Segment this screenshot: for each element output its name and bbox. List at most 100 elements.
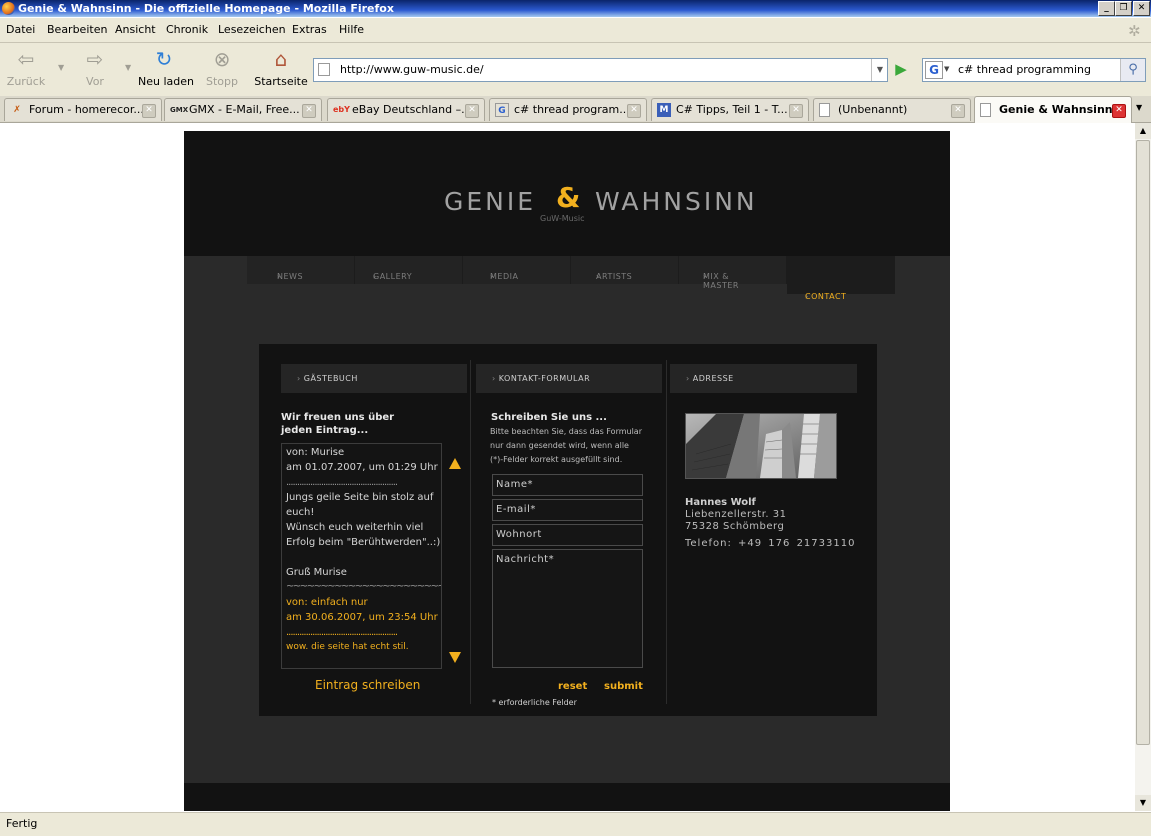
blank-page-icon <box>980 103 991 117</box>
column-divider <box>666 360 667 704</box>
contact-form-heading: KONTAKT-FORMULAR <box>498 374 591 383</box>
write-entry-link[interactable]: Eintrag schreiben <box>315 678 420 692</box>
guestbook-intro-line1: Wir freuen uns über <box>281 412 395 423</box>
wohnort-field[interactable]: Wohnort <box>492 524 643 546</box>
window-title-bar: Genie & Wahnsinn - Die offizielle Homepa… <box>0 0 1151 17</box>
nav-contact-label: CONTACT <box>805 292 847 301</box>
close-tab-icon[interactable]: ✕ <box>951 104 965 118</box>
nav-contact[interactable]: › CONTACT <box>787 256 895 301</box>
window-title: Genie & Wahnsinn - Die offizielle Homepa… <box>18 2 394 15</box>
nav-gallery-label: GALLERY <box>373 272 413 281</box>
scrollbar-thumb[interactable] <box>1136 140 1150 745</box>
site-header: GENIE & WAHNSINN GuW-Music <box>184 131 950 256</box>
tab-csharp-tipps[interactable]: M C# Tipps, Teil 1 - T... ✕ <box>651 98 809 121</box>
nav-media[interactable]: › MEDIA <box>463 256 571 284</box>
guestbook-intro-line2: jeden Eintrag... <box>281 425 369 436</box>
back-history-dropdown[interactable]: ▼ <box>58 63 64 72</box>
forward-history-dropdown[interactable]: ▼ <box>125 63 131 72</box>
menu-ansicht[interactable]: Ansicht <box>115 23 156 36</box>
close-tab-icon[interactable]: ✕ <box>465 104 479 118</box>
tab-forum[interactable]: ✗ Forum - homerecor... ✕ <box>4 98 162 121</box>
tab-title: C# Tipps, Teil 1 - T... <box>676 103 788 116</box>
close-tab-icon[interactable]: ✕ <box>142 104 156 118</box>
tab-forum-icon: ✗ <box>13 105 21 115</box>
tab-csharp-thread[interactable]: G c# thread program... ✕ <box>489 98 647 121</box>
tab-genie-wahnsinn[interactable]: Genie & Wahnsinn... ✕ <box>974 96 1132 123</box>
entry-text: wow. die seite hat echt stil. <box>286 642 409 652</box>
tab-bar: ✗ Forum - homerecor... ✕ GMX GMX - E-Mai… <box>0 96 1151 123</box>
address-name: Hannes Wolf <box>685 497 756 508</box>
entry-text: Jungs geile Seite bin stolz auf <box>286 492 434 503</box>
guestbook-entries-box[interactable]: von: Murise am 01.07.2007, um 01:29 Uhr … <box>281 443 442 669</box>
nav-artists-label: ARTISTS <box>596 272 633 281</box>
nav-gallery[interactable]: › GALLERY <box>355 256 463 284</box>
back-label: Zurück <box>6 75 46 88</box>
address-heading: ADRESSE <box>692 374 734 383</box>
close-tab-icon[interactable]: ✕ <box>1112 104 1126 118</box>
search-engine-icon[interactable]: G <box>925 61 943 79</box>
forward-button[interactable]: ⇨ Vor <box>78 47 112 88</box>
back-button[interactable]: ⇦ Zurück <box>6 47 46 88</box>
restore-button[interactable]: ❐ <box>1115 1 1132 16</box>
menu-bearbeiten[interactable]: Bearbeiten <box>47 23 107 36</box>
url-input[interactable] <box>338 62 872 77</box>
url-history-dropdown[interactable]: ▼ <box>871 59 888 81</box>
reload-label: Neu laden <box>138 75 194 88</box>
tab-gmx[interactable]: GMX GMX - E-Mail, Free... ✕ <box>164 98 322 121</box>
contact-form-note-line2: nur dann gesendet wird, wenn alle <box>490 441 629 450</box>
nav-news[interactable]: › NEWS <box>247 256 355 284</box>
back-arrow-icon: ⇦ <box>17 47 35 71</box>
nav-mix-master-label: MIX & MASTER <box>703 272 739 290</box>
forward-label: Vor <box>86 75 104 88</box>
search-icon[interactable]: ⚲ <box>1120 59 1145 81</box>
nav-mix-master[interactable]: › MIX & MASTER <box>679 256 787 290</box>
name-field[interactable]: Name* <box>492 474 643 496</box>
menu-extras[interactable]: Extras <box>292 23 327 36</box>
blank-page-icon <box>819 103 830 117</box>
email-field[interactable]: E-mail* <box>492 499 643 521</box>
menu-chronik[interactable]: Chronik <box>166 23 208 36</box>
nav-artists[interactable]: › ARTISTS <box>571 256 679 284</box>
firefox-icon <box>2 2 15 15</box>
logo-ampersand: & <box>556 181 581 214</box>
close-window-button[interactable]: ✕ <box>1133 1 1150 16</box>
go-button[interactable]: ▶ <box>890 59 912 79</box>
submit-button[interactable]: submit <box>604 681 643 692</box>
status-text: Fertig <box>6 817 38 830</box>
tab-title: Forum - homerecor... <box>29 103 144 116</box>
message-field[interactable]: Nachricht* <box>492 549 643 668</box>
forward-arrow-icon: ⇨ <box>86 47 104 71</box>
entry-separator: ~~~~~~~~~~~~~~~~~~~~~~~~~~~~~~ <box>286 581 441 592</box>
entry-date: am 30.06.2007, um 23:54 Uhr <box>286 612 438 623</box>
menu-hilfe[interactable]: Hilfe <box>339 23 364 36</box>
entry-text: Erfolg beim "Berühtwerden"..:) <box>286 537 441 548</box>
scroll-down-arrow-icon[interactable] <box>449 652 461 663</box>
close-tab-icon[interactable]: ✕ <box>302 104 316 118</box>
entry-text: euch! <box>286 507 315 518</box>
building-photo <box>685 413 837 479</box>
vertical-scrollbar[interactable]: ▲ ▼ <box>1135 123 1151 811</box>
minimize-button[interactable]: _ <box>1098 1 1115 16</box>
menu-datei[interactable]: Datei <box>6 23 35 36</box>
tab-ebay[interactable]: ebY eBay Deutschland –... ✕ <box>327 98 485 121</box>
tab-title: GMX - E-Mail, Free... <box>189 103 300 116</box>
stop-button[interactable]: ⊗ Stopp <box>204 47 240 88</box>
message-field-label: Nachricht* <box>496 554 555 565</box>
tab-unbenannt[interactable]: (Unbenannt) ✕ <box>813 98 971 121</box>
scroll-down-button[interactable]: ▼ <box>1135 795 1151 811</box>
search-engine-dropdown[interactable]: ▼ <box>944 65 949 73</box>
address-bar[interactable]: ▼ <box>313 58 888 82</box>
tab-title: c# thread program... <box>514 103 630 116</box>
scroll-up-arrow-icon[interactable] <box>449 458 461 469</box>
reset-button[interactable]: reset <box>558 681 587 692</box>
scroll-up-button[interactable]: ▲ <box>1135 123 1151 139</box>
stop-icon: ⊗ <box>213 47 231 71</box>
home-label: Startseite <box>254 75 308 88</box>
menu-lesezeichen[interactable]: Lesezeichen <box>218 23 286 36</box>
reload-button[interactable]: ↻ Neu laden <box>138 47 194 88</box>
search-input[interactable] <box>956 62 1120 77</box>
close-tab-icon[interactable]: ✕ <box>789 104 803 118</box>
home-button[interactable]: ⌂ Startseite <box>254 47 308 88</box>
close-tab-icon[interactable]: ✕ <box>627 104 641 118</box>
tab-list-dropdown[interactable]: ▼ <box>1136 103 1142 112</box>
